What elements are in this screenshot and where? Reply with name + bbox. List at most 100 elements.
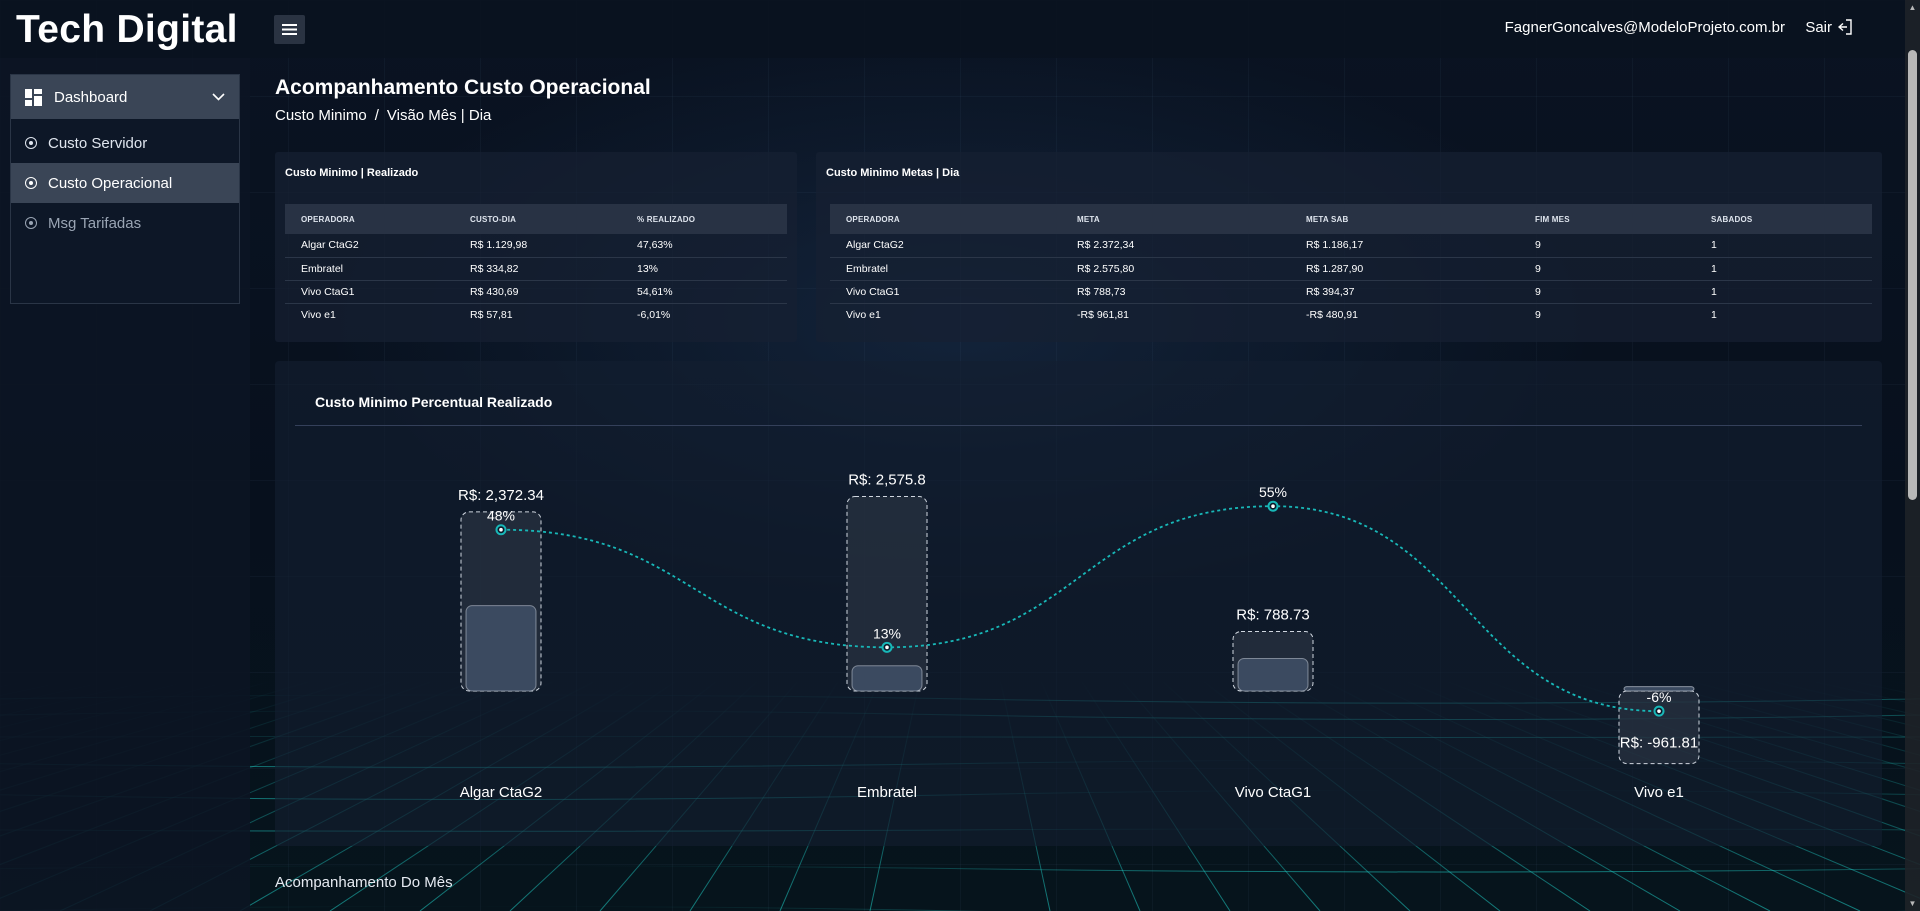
column-header: FIM MES: [1519, 204, 1695, 234]
column-header: OPERADORA: [285, 204, 454, 234]
card-title: Custo Minimo | Realizado: [285, 167, 419, 179]
scrollbar[interactable]: ▲ ▼: [1905, 0, 1920, 911]
sidebar-header-label: Dashboard: [54, 88, 128, 106]
chart-percent-point-core: [1657, 709, 1661, 713]
table-header-row: OPERADORA META META SAB FIM MES SABADOS: [830, 204, 1872, 234]
chart-category-label: Algar CtaG2: [460, 784, 543, 801]
table-cell: Vivo e1: [301, 308, 336, 321]
table-custo-realizado: OPERADORA CUSTO-DIA % REALIZADO Algar Ct…: [285, 204, 787, 326]
section-title-acompanhamento: Acompanhamento Do Mês: [275, 874, 453, 891]
chart-percent-line: [500, 505, 1660, 713]
table-cell: 1: [1695, 234, 1872, 258]
table-cell: Vivo CtaG1: [285, 280, 454, 304]
table-cell: R$ 2.575,80: [1061, 257, 1290, 281]
chart-percentual-realizado: R$: 2,372.34 Algar CtaG2 R$: 2,575.8 Embrat…: [458, 472, 1700, 801]
sidebar-item-custo-operacional[interactable]: Custo Operacional: [11, 163, 239, 203]
table-cell: 54,61%: [621, 280, 787, 304]
table-row: Embratel R$ 2.575,80 R$ 1.287,90 9 1: [830, 257, 1872, 281]
chart-meta-label: R$: 2,575.8: [848, 472, 926, 489]
table-header-row: OPERADORA CUSTO-DIA % REALIZADO: [285, 204, 787, 234]
table-cell: Vivo e1: [846, 308, 881, 321]
table-custo-metas: OPERADORA META META SAB FIM MES SABADOS …: [830, 204, 1872, 326]
menu-toggle-button[interactable]: [274, 15, 305, 44]
table-cell: R$ 1.129,98: [454, 234, 621, 258]
table-cell: 9: [1519, 257, 1695, 281]
brand-logo: Tech Digital: [16, 8, 238, 51]
top-bar: Tech Digital FagnerGoncalves@ModeloProje…: [0, 0, 1920, 58]
sidebar-menu: Dashboard Custo Servidor Custo Operacion…: [10, 74, 240, 304]
table-cell: 1: [1711, 308, 1717, 321]
dashboard-icon: [25, 88, 42, 106]
table-row: Algar CtaG2 R$ 1.129,98 47,63%: [285, 234, 787, 258]
logout-label: Sair: [1805, 18, 1832, 36]
table-row: Vivo e1 R$ 57,81 -6,01%: [285, 303, 787, 326]
table-cell: R$ 430,69: [454, 280, 621, 304]
chart-category-label: Vivo CtaG1: [1235, 784, 1311, 801]
scroll-up-arrow[interactable]: ▲: [1908, 3, 1917, 12]
chart-meta-label: R$: 788.73: [1236, 606, 1309, 623]
sidebar-item-label: Custo Servidor: [48, 134, 148, 152]
table-cell: -R$ 961,81: [1077, 308, 1129, 321]
chart-percent-label: 13%: [873, 625, 901, 641]
table-cell: 1: [1695, 257, 1872, 281]
chart-category-label: Embratel: [857, 784, 917, 801]
table-cell: R$ 57,81: [470, 308, 513, 321]
table-cell: Algar CtaG2: [830, 234, 1061, 258]
table-cell: 1: [1695, 280, 1872, 304]
column-header: CUSTO-DIA: [454, 204, 621, 234]
table-cell: -6,01%: [637, 308, 671, 321]
column-header: META SAB: [1290, 204, 1519, 234]
chart-percent-point-core: [1271, 504, 1275, 508]
table-cell: R$ 334,82: [454, 257, 621, 281]
sidebar-item-label: Msg Tarifadas: [48, 214, 142, 232]
card-title: Custo Minimo Metas | Dia: [826, 167, 960, 179]
table-cell: R$ 1.186,17: [1290, 234, 1519, 258]
table-cell: Vivo CtaG1: [830, 280, 1061, 304]
card-custo-realizado: Custo Minimo | Realizado OPERADORA CUSTO…: [275, 152, 797, 342]
chart-realized-bar: [851, 665, 923, 692]
chart-category-label: Vivo e1: [1634, 784, 1684, 801]
chart-meta-label: R$: 2,372.34: [458, 487, 544, 504]
scrollbar-thumb[interactable]: [1908, 50, 1917, 500]
sidebar-item-custo-servidor[interactable]: Custo Servidor: [11, 123, 239, 163]
table-row: Vivo CtaG1 R$ 430,69 54,61%: [285, 280, 787, 304]
chart-percent-label: -6%: [1647, 689, 1672, 705]
sidebar-item-msg-tarifadas[interactable]: Msg Tarifadas: [11, 203, 239, 243]
hamburger-icon: [282, 24, 297, 35]
chevron-down-icon: [212, 93, 225, 101]
table-cell: Algar CtaG2: [285, 234, 454, 258]
sidebar-item-label: Custo Operacional: [48, 174, 173, 192]
column-header: META: [1061, 204, 1290, 234]
breadcrumb-item: Visão Mês | Dia: [386, 107, 492, 124]
table-row: Algar CtaG2 R$ 2.372,34 R$ 1.186,17 9 1: [830, 234, 1872, 258]
breadcrumb: Custo Minimo / Visão Mês | Dia: [275, 107, 491, 124]
table-cell: R$ 2.372,34: [1061, 234, 1290, 258]
chart-realized-bar: [465, 605, 537, 692]
circle-dot-icon: [25, 177, 37, 189]
breadcrumb-separator: /: [374, 107, 379, 124]
table-cell: 9: [1519, 280, 1695, 304]
card-custo-metas: Custo Minimo Metas | Dia OPERADORA META …: [816, 152, 1882, 342]
logout-button[interactable]: Sair: [1805, 15, 1853, 39]
table-cell: 13%: [621, 257, 787, 281]
breadcrumb-item[interactable]: Custo Minimo: [275, 107, 367, 124]
circle-dot-icon: [25, 137, 37, 149]
chart-realized-bar: [1237, 657, 1309, 692]
sidebar-dashboard-toggle[interactable]: Dashboard: [11, 75, 239, 119]
circle-dot-icon: [25, 217, 37, 229]
chart-percent-point-core: [499, 527, 503, 532]
table-row: Embratel R$ 334,82 13%: [285, 257, 787, 281]
chart-meta-label: R$: -961.81: [1620, 735, 1698, 752]
table-row: Vivo CtaG1 R$ 788,73 R$ 394,37 9 1: [830, 280, 1872, 304]
column-header: % REALIZADO: [621, 204, 787, 234]
scroll-down-arrow[interactable]: ▼: [1908, 899, 1917, 908]
column-header: SABADOS: [1695, 204, 1872, 234]
sidebar: Dashboard Custo Servidor Custo Operacion…: [0, 58, 250, 911]
table-cell: Embratel: [830, 257, 1061, 281]
chart-percent-label: 55%: [1259, 484, 1287, 500]
table-cell: R$ 788,73: [1061, 280, 1290, 304]
table-cell: Embratel: [285, 257, 454, 281]
table-cell: R$ 1.287,90: [1290, 257, 1519, 281]
table-cell: -R$ 480,91: [1306, 308, 1358, 321]
chart-card: Custo Minimo Percentual Realizado R$: 2,…: [275, 361, 1882, 846]
